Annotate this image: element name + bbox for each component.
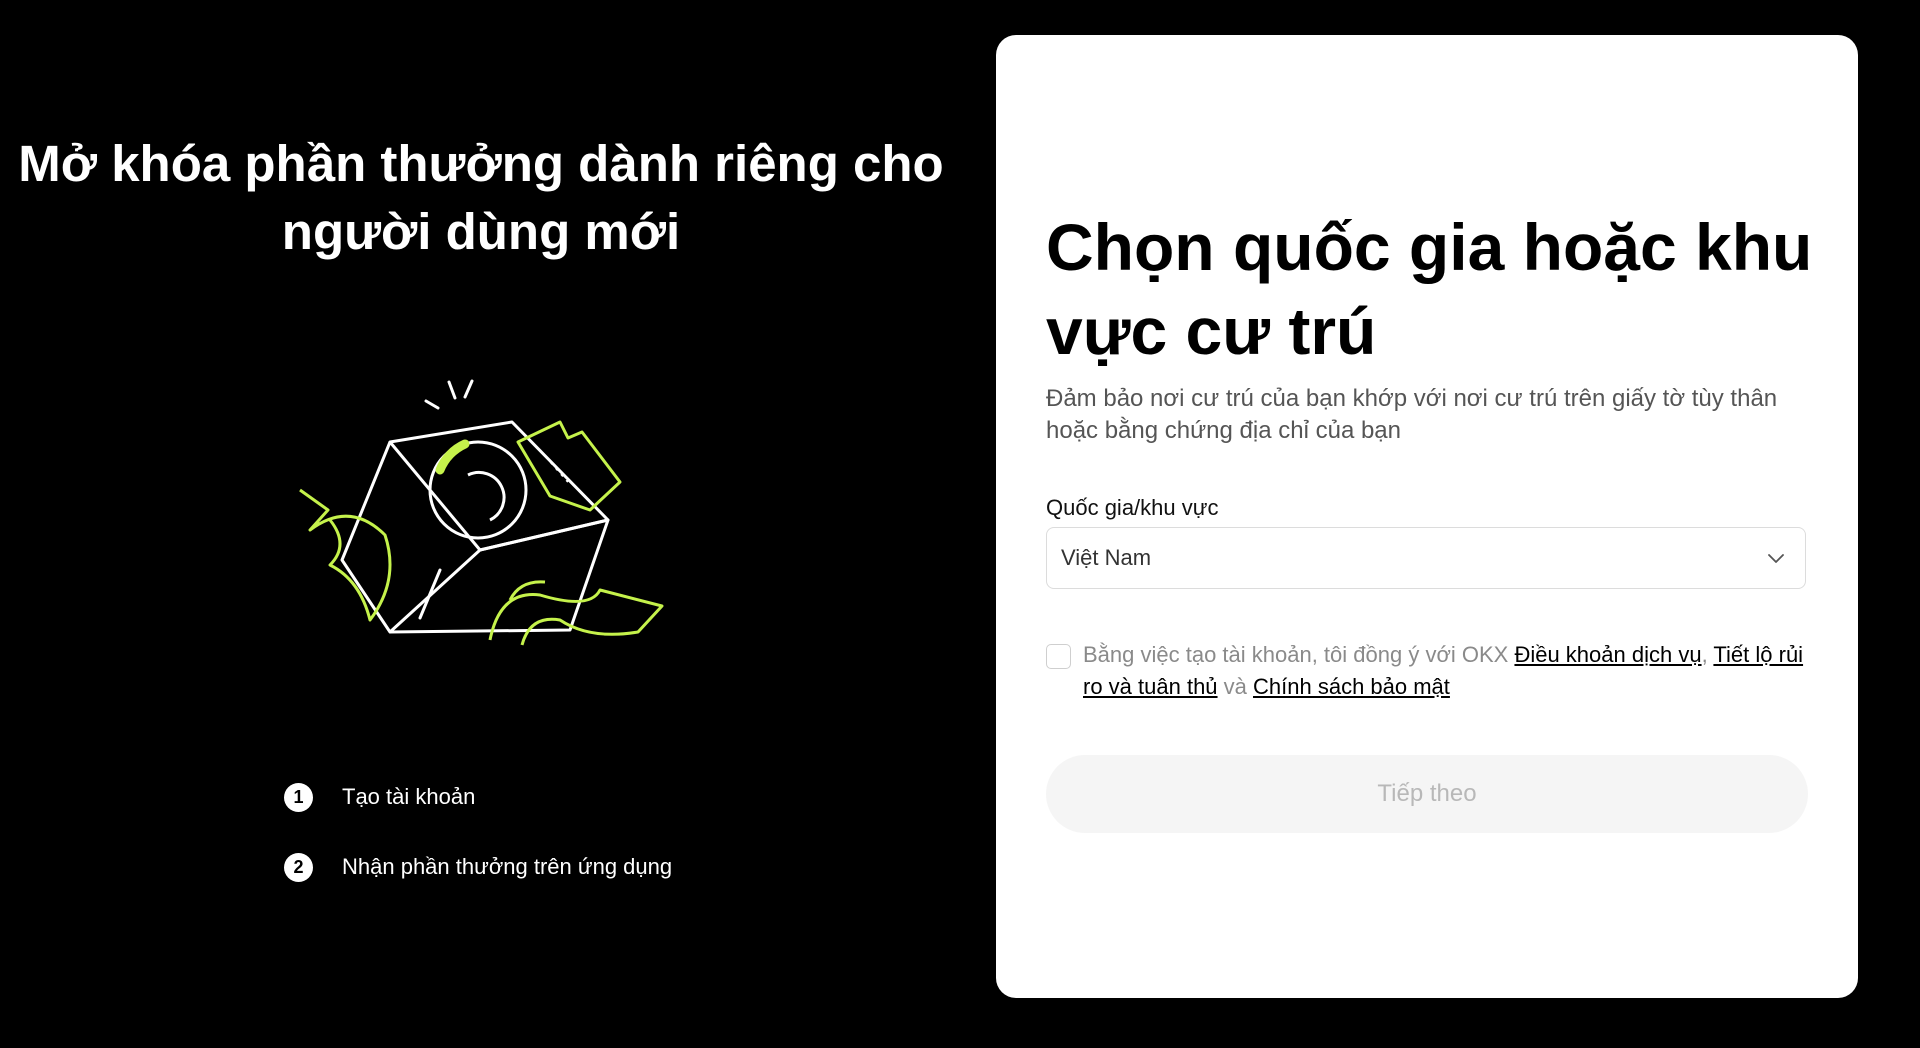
step-item: 1 Tạo tài khoản [284, 780, 672, 814]
consent-row: Bằng việc tạo tài khoản, tôi đồng ý với … [1046, 639, 1816, 703]
promo-title-line2: người dùng mới [281, 203, 681, 260]
consent-separator: , [1701, 642, 1714, 667]
chevron-down-icon [1765, 547, 1787, 569]
step-number-badge: 1 [284, 782, 313, 812]
promo-panel: Mở khóa phần thưởng dành riêng cho người… [0, 0, 996, 1048]
residence-form-card: Chọn quốc gia hoặc khu vực cư trú Đảm bả… [996, 35, 1858, 998]
country-select-value: Việt Nam [1061, 545, 1152, 570]
step-number-badge: 2 [284, 852, 313, 882]
form-subtitle: Đảm bảo nơi cư trú của bạn khớp với nơi … [1046, 385, 1778, 444]
promo-title: Mở khóa phần thưởng dành riêng cho người… [0, 130, 962, 266]
terms-of-service-link[interactable]: Điều khoản dịch vụ [1514, 642, 1701, 667]
country-field-label: Quốc gia/khu vực [1046, 495, 1219, 520]
gift-box-illustration [299, 379, 664, 646]
consent-text: Bằng việc tạo tài khoản, tôi đồng ý với … [1083, 639, 1816, 703]
next-button[interactable]: Tiếp theo [1046, 755, 1808, 833]
country-select[interactable]: Việt Nam [1046, 527, 1806, 589]
form-title: Chọn quốc gia hoặc khu vực cư trú [1046, 210, 1813, 368]
step-label: Nhận phần thưởng trên ứng dụng [342, 854, 673, 879]
promo-title-line1: Mở khóa phần thưởng dành riêng cho [18, 135, 944, 192]
consent-checkbox[interactable] [1046, 644, 1071, 669]
step-item: 2 Nhận phần thưởng trên ứng dụng [284, 850, 672, 884]
steps-list: 1 Tạo tài khoản 2 Nhận phần thưởng trên … [284, 780, 672, 920]
consent-prefix: Bằng việc tạo tài khoản, tôi đồng ý với … [1083, 642, 1515, 667]
consent-and: và [1217, 674, 1254, 699]
privacy-policy-link[interactable]: Chính sách bảo mật [1253, 674, 1450, 699]
step-label: Tạo tài khoản [342, 784, 476, 809]
